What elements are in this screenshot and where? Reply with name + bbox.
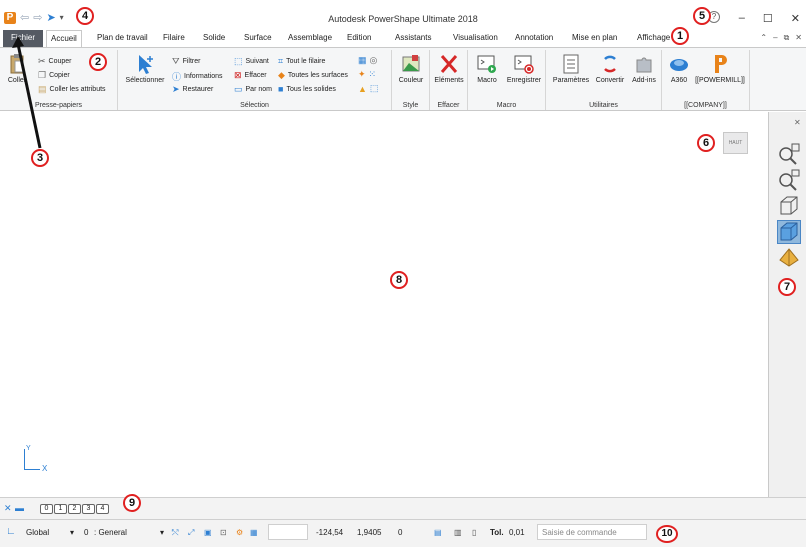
callout-arrow bbox=[12, 36, 42, 149]
